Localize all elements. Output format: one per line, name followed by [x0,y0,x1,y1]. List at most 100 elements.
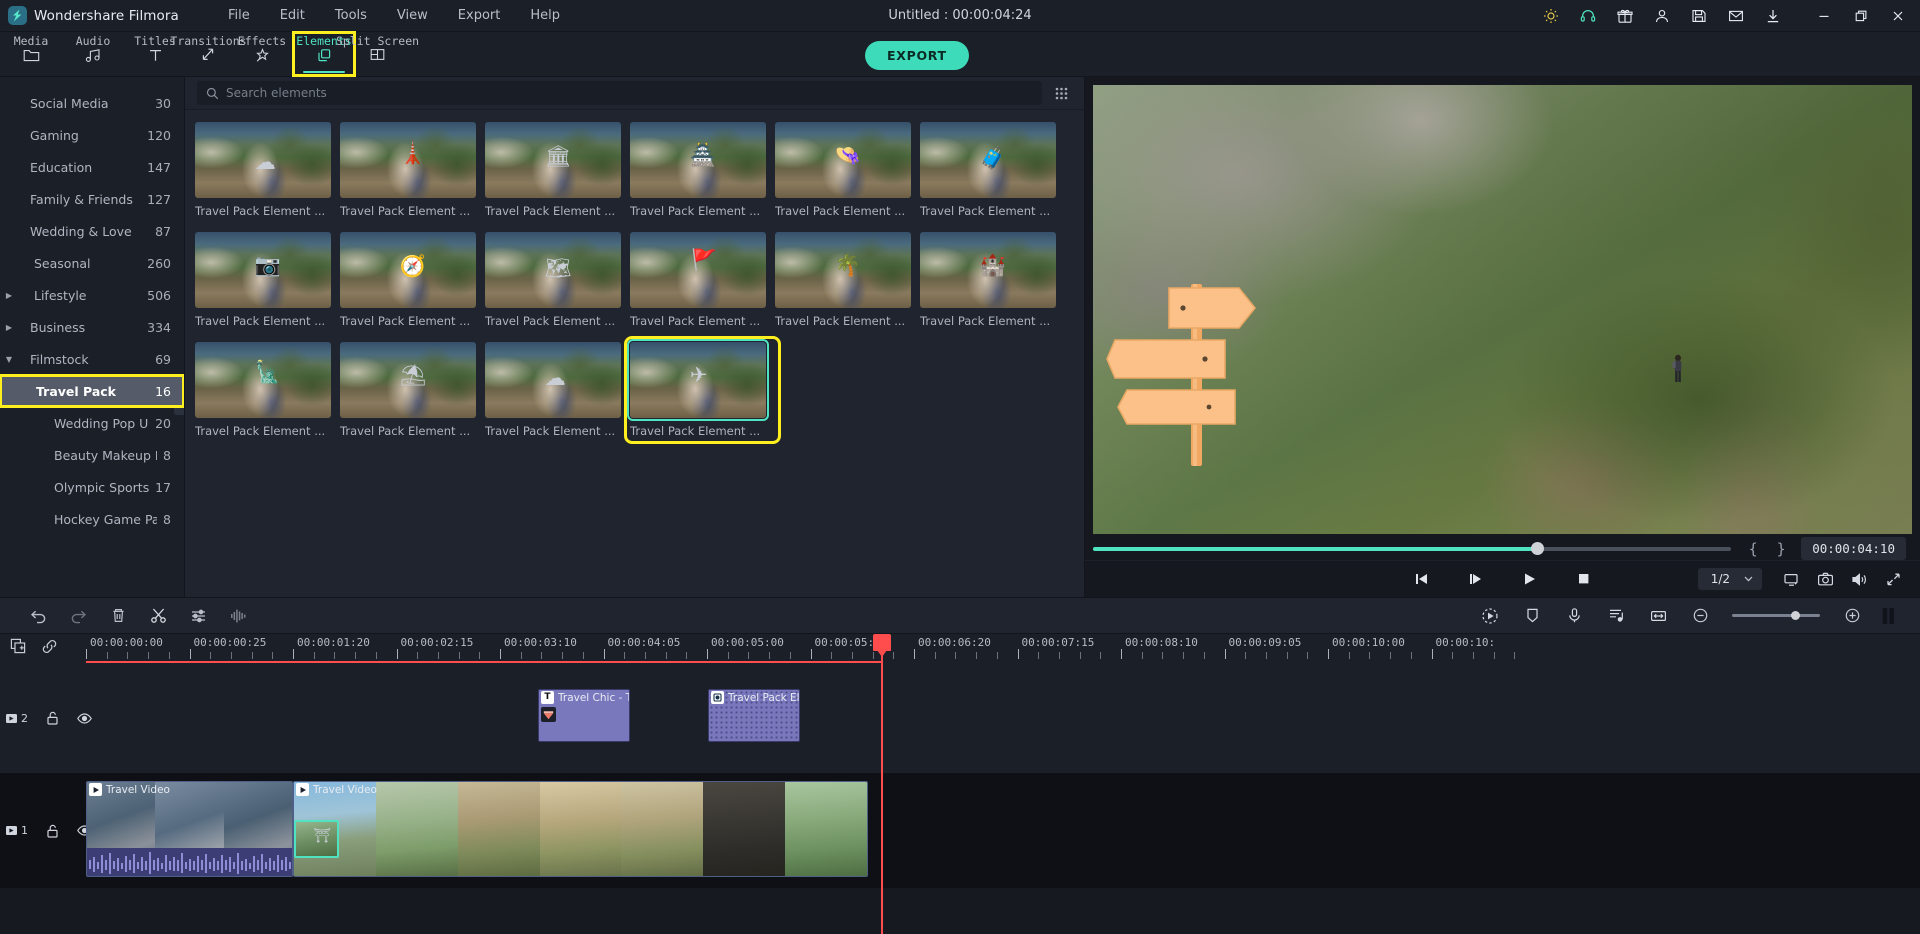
snapshot-camera-icon[interactable] [1810,566,1840,592]
menu-export[interactable]: Export [443,4,516,27]
headset-support-icon[interactable] [1569,0,1606,32]
add-track-icon[interactable] [10,638,27,659]
sidebar-item-wedding-pop-up-pack[interactable]: Wedding Pop Up P 20 [0,407,184,439]
gift-icon[interactable] [1606,0,1643,32]
color-match-button[interactable] [1512,599,1552,633]
download-icon[interactable] [1754,0,1791,32]
sidebar-item-social-media[interactable]: Social Media 30 [0,87,184,119]
close-button[interactable] [1879,0,1916,32]
audio-mixer-button[interactable] [1596,599,1636,633]
audio-detach-button[interactable] [218,599,258,633]
sidebar-item-gaming[interactable]: Gaming 120 [0,119,184,151]
link-icon[interactable] [41,638,58,659]
tab-audio[interactable]: Audio [62,32,124,76]
track-lock-button-1[interactable] [46,824,59,838]
sidebar-item-hockey-game-pack[interactable]: Hockey Game Pack 8 [0,503,184,535]
save-icon[interactable] [1680,0,1717,32]
minimize-button[interactable] [1805,0,1842,32]
menu-file[interactable]: File [213,4,265,27]
tab-effects[interactable]: Effects [231,32,293,76]
fit-timeline-button[interactable] [1638,599,1678,633]
grid-view-icon[interactable] [1050,87,1072,100]
account-icon[interactable] [1643,0,1680,32]
chevron-right-icon[interactable]: ▶ [0,291,18,300]
sidebar-item-family-friends[interactable]: Family & Friends 127 [0,183,184,215]
chevron-right-icon[interactable]: ▶ [0,323,18,332]
volume-icon[interactable] [1844,566,1874,592]
mail-icon[interactable] [1717,0,1754,32]
zoom-slider-handle[interactable] [1790,611,1800,620]
maximize-button[interactable] [1842,0,1879,32]
sidebar-item-travel-pack[interactable]: Travel Pack 16 [0,374,184,408]
element-card[interactable]: 🧳 Travel Pack Element ... [920,122,1065,218]
playback-quality-dropdown[interactable]: 1/2 [1697,568,1762,590]
element-card[interactable]: 🗽 Travel Pack Element ... [195,342,340,438]
record-voiceover-button[interactable] [1554,599,1594,633]
brightness-icon[interactable] [1532,0,1569,32]
tab-transitions[interactable]: Transitions [170,32,247,76]
menu-view[interactable]: View [382,4,443,27]
track-lane-1[interactable]: Travel Video Travel Video ⛩ [86,773,1920,888]
export-button[interactable]: EXPORT [865,41,969,70]
timeline-clip-title[interactable]: T Travel Chic - Title [538,689,630,742]
tab-split-screen[interactable]: Split Screen [336,32,419,76]
mark-out-button[interactable]: } [1767,540,1795,558]
playback-progress-slider[interactable] [1093,542,1732,555]
split-button[interactable] [138,599,178,633]
element-card[interactable]: 👒 Travel Pack Element ... [775,122,920,218]
sidebar-item-filmstock[interactable]: ▼ Filmstock 69 [0,343,184,375]
marker-icon[interactable] [1874,599,1902,633]
tab-media[interactable]: Media [0,32,62,76]
track-lane-2[interactable]: T Travel Chic - Title [86,663,1920,773]
timeline-clip-video-2[interactable]: Travel Video [293,781,868,877]
element-card[interactable]: 🗼 Travel Pack Element ... [340,122,485,218]
sidebar-item-olympic-sports-pack[interactable]: Olympic Sports Pac 17 [0,471,184,503]
fullscreen-icon[interactable] [1878,566,1908,592]
element-card[interactable]: 🗺 Travel Pack Element ... [485,232,630,328]
timeline-clip-video-1[interactable]: Travel Video [86,781,293,877]
element-card[interactable]: 🏛 Travel Pack Element ... [485,122,630,218]
previous-frame-button[interactable] [1408,566,1436,592]
keyframe-badge[interactable] [541,707,556,722]
sidebar-item-lifestyle[interactable]: ▶ Lifestyle 506 [0,279,184,311]
sidebar-item-beauty-makeup-pack[interactable]: Beauty Makeup Pac 8 [0,439,184,471]
element-card[interactable]: ⛱ Travel Pack Element ... [340,342,485,438]
search-input[interactable]: Search elements [197,81,1042,105]
track-lock-button-2[interactable] [46,711,59,725]
player-timecode[interactable]: 00:00:04:10 [1801,537,1906,560]
element-card[interactable]: 🌴 Travel Pack Element ... [775,232,920,328]
timeline-zoom-slider[interactable] [1732,611,1820,620]
delete-button[interactable] [98,599,138,633]
play-button[interactable] [1516,566,1544,592]
element-card[interactable]: 🚩 Travel Pack Element ... [630,232,775,328]
zoom-in-button[interactable] [1832,599,1872,633]
menu-edit[interactable]: Edit [265,4,320,27]
playhead-handle[interactable] [873,634,891,657]
sidebar-item-seasonal[interactable]: Seasonal 260 [0,247,184,279]
stop-button[interactable] [1570,566,1598,592]
element-card[interactable]: ☁ Travel Pack Element ... [195,122,340,218]
element-card[interactable]: ☁ Travel Pack Element ... [485,342,630,438]
element-card[interactable]: 🧭 Travel Pack Element ... [340,232,485,328]
element-card[interactable]: 🏯 Travel Pack Element ... [630,122,775,218]
menu-help[interactable]: Help [515,4,575,27]
sidebar-item-wedding-love[interactable]: Wedding & Love 87 [0,215,184,247]
redo-button[interactable] [58,599,98,633]
ruler-scale[interactable]: 00:00:00:00 00:00:00:25 00:00:01:20 00:00:0… [86,634,1920,663]
mark-in-button[interactable]: { [1739,540,1767,558]
sidebar-item-education[interactable]: Education 147 [0,151,184,183]
progress-handle[interactable] [1530,542,1544,555]
menu-tools[interactable]: Tools [320,4,382,27]
zoom-out-button[interactable] [1680,599,1720,633]
undo-button[interactable] [18,599,58,633]
sidebar-item-business[interactable]: ▶ Business 334 [0,311,184,343]
playhead-ruler-marker[interactable] [873,634,891,663]
video-preview[interactable] [1093,85,1912,534]
chevron-down-icon[interactable]: ▼ [0,355,18,364]
adjust-button[interactable] [178,599,218,633]
screen-display-icon[interactable] [1776,566,1806,592]
timeline-clip-element[interactable]: Travel Pack Ele [708,689,800,742]
next-frame-button[interactable] [1462,566,1490,592]
motion-tracking-button[interactable] [1470,599,1510,633]
element-card[interactable]: 📷 Travel Pack Element ... [195,232,340,328]
